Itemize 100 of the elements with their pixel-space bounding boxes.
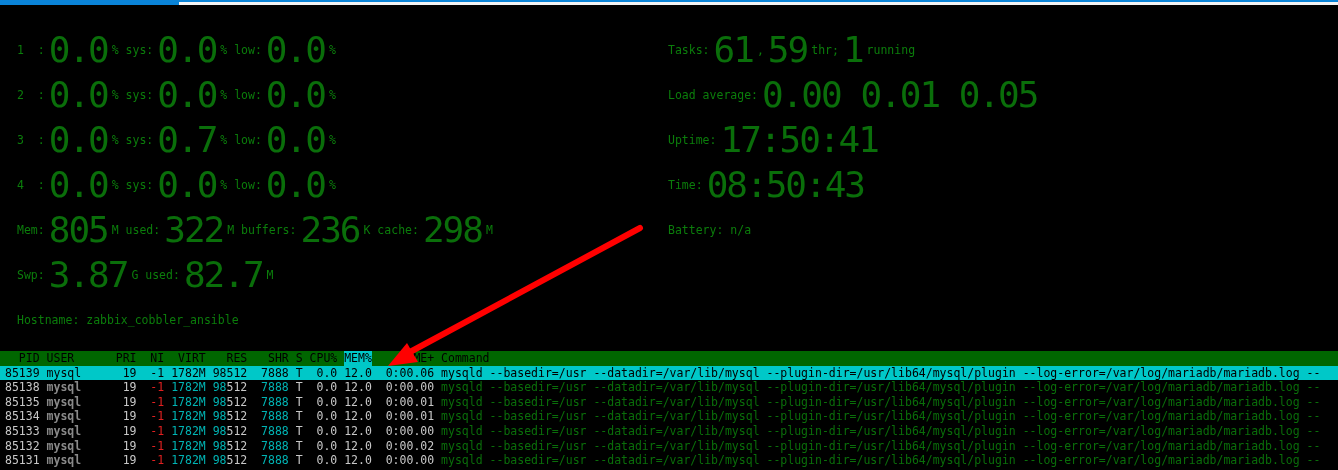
table-cell: 1782M xyxy=(171,380,206,395)
table-cell-text: mysql xyxy=(46,423,83,439)
table-cell: T xyxy=(295,438,303,454)
meter-value: 0.00 0.01 0.05 xyxy=(762,74,1038,115)
meter-label: % sys: xyxy=(111,42,154,57)
meter-value: 0.0 xyxy=(265,119,325,160)
table-cell: T xyxy=(295,453,303,468)
meter-value: 59 xyxy=(767,29,808,70)
table-cell-text: 7888 xyxy=(260,409,289,424)
meter-label: % low: xyxy=(220,42,262,57)
table-cell: 1782M xyxy=(171,438,206,454)
table-cell-text: -1 xyxy=(149,365,165,381)
table-cell: mysqld --basedir=/usr --datadir=/var/lib/mysql --plugin-dir=/usr/lib64/mysql/plugin --log-error=/var/log/mariadb/mariadb.log -- xyxy=(441,365,1321,381)
table-cell-text: -1 xyxy=(149,380,165,395)
column-header[interactable]: PRI xyxy=(115,351,137,366)
meter-value: 0.0 xyxy=(48,74,108,115)
table-cell-text: 7888 xyxy=(260,438,289,454)
column-header[interactable]: S xyxy=(295,351,303,366)
column-header[interactable]: MEM% xyxy=(344,351,372,366)
table-cell: T xyxy=(295,394,303,410)
table-cell: 12.0 xyxy=(344,409,372,424)
table-cell-text: 0:00.01 xyxy=(384,409,435,424)
table-cell-text: -1 xyxy=(149,438,165,454)
table-cell-text: 0.0 xyxy=(315,394,338,410)
meter-label: Load average: xyxy=(668,87,758,102)
table-cell: 85131 xyxy=(5,453,40,468)
meter-label: Hostname: zabbix_cobbler_ansible xyxy=(17,312,239,327)
table-cell: 1782M xyxy=(171,365,206,381)
table-cell: 98512 xyxy=(212,365,248,381)
table-cell-text: 7888 xyxy=(260,423,289,439)
table-cell: 85139 xyxy=(5,365,40,381)
meter-value: 82.7 xyxy=(183,254,263,295)
column-header[interactable]: USER xyxy=(46,351,109,366)
table-cell-text: 0:00.00 xyxy=(384,380,435,395)
meter-value: 0.7 xyxy=(157,119,217,160)
table-cell: 85138 xyxy=(5,380,40,395)
table-cell-text: 0.0 xyxy=(315,453,338,468)
table-cell: 12.0 xyxy=(344,365,372,381)
column-header[interactable]: VIRT xyxy=(171,351,206,366)
table-cell: 12.0 xyxy=(344,423,372,439)
meter-value: 0.0 xyxy=(265,29,325,70)
column-header[interactable]: Command xyxy=(441,351,490,366)
meter-label: Swp: xyxy=(17,267,45,282)
meter-label: % xyxy=(328,87,336,102)
table-cell-text: 19 xyxy=(121,365,137,381)
table-cell: T xyxy=(295,423,303,439)
meter-label: running xyxy=(866,42,916,57)
table-cell-text: 19 xyxy=(121,394,137,410)
meter-label: Mem: xyxy=(17,222,45,237)
table-cell-text: mysql xyxy=(46,409,83,424)
table-cell-text: -1 xyxy=(149,453,165,468)
table-cell-text: -1 xyxy=(149,423,165,439)
column-header[interactable]: PID xyxy=(5,351,40,366)
meter-value: 0.0 xyxy=(265,74,325,115)
table-cell-text: 7888 xyxy=(260,394,289,410)
table-cell-text: mysql xyxy=(46,453,83,468)
meter-label: 1 : xyxy=(17,42,45,57)
table-cell: 12.0 xyxy=(344,438,372,454)
table-cell-text: -1 xyxy=(149,394,165,410)
table-cell-text: 7888 xyxy=(260,453,289,468)
table-cell: 1782M xyxy=(171,453,206,468)
meter-value: 1 xyxy=(842,29,863,70)
meter-value: 322 xyxy=(164,209,224,250)
column-header[interactable]: CPU% xyxy=(309,351,338,366)
meter-label: M xyxy=(485,222,493,237)
table-cell-text: 0.0 xyxy=(315,365,338,381)
meter-value: 0.0 xyxy=(157,74,217,115)
meter-label: K cache: xyxy=(363,222,419,237)
table-cell-text: 19 xyxy=(121,453,137,468)
meter-label: % low: xyxy=(220,132,262,147)
table-cell-text: 0:00.01 xyxy=(384,394,435,410)
column-header[interactable]: NI xyxy=(143,351,165,366)
table-cell: 1782M xyxy=(171,423,206,439)
meter-label: 2 : xyxy=(17,87,45,102)
meter-label: % xyxy=(328,177,336,192)
meter-label: Time: xyxy=(668,177,703,192)
table-cell-text: 19 xyxy=(121,438,137,454)
table-cell: T xyxy=(295,409,303,424)
meter-label: , xyxy=(756,42,764,57)
table-cell: 85133 xyxy=(5,423,40,439)
table-cell: 1782M xyxy=(171,394,206,410)
meter-value: 0.0 xyxy=(265,164,325,205)
table-cell: 98512 xyxy=(212,453,248,468)
meter-value: 0.0 xyxy=(157,29,217,70)
table-cell-text: 19 xyxy=(121,423,137,439)
table-cell-text: mysql xyxy=(46,365,83,381)
table-cell-text: 0:00.06 xyxy=(384,365,435,381)
meter-label: 4 : xyxy=(17,177,45,192)
meter-label: M xyxy=(266,267,274,282)
table-cell: 85135 xyxy=(5,394,40,410)
meter-label: Uptime: xyxy=(668,132,717,147)
meter-label: % low: xyxy=(220,177,262,192)
meter-label: thr; xyxy=(811,42,839,57)
column-header[interactable]: RES xyxy=(212,351,248,366)
table-cell: T xyxy=(295,380,303,395)
table-cell: 98512 xyxy=(212,394,248,410)
meter-label: G used: xyxy=(131,267,180,282)
table-cell: mysqld --basedir=/usr --datadir=/var/lib/mysql --plugin-dir=/usr/lib64/mysql/plugin --log-error=/var/log/mariadb/mariadb.log -- xyxy=(441,380,1321,395)
table-cell: 85132 xyxy=(5,438,40,454)
column-header[interactable]: SHR xyxy=(254,351,289,366)
